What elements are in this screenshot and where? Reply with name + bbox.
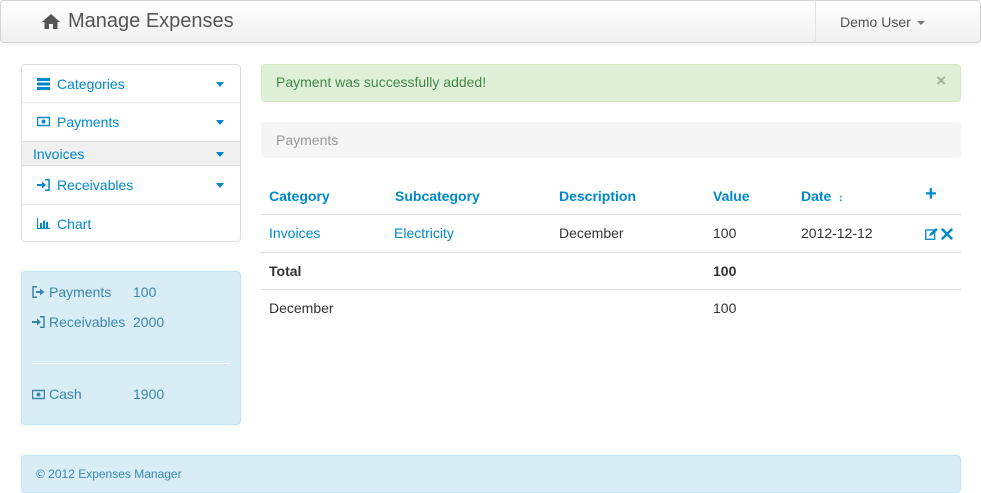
divider <box>261 289 961 290</box>
user-menu-dropdown[interactable]: Demo User <box>815 1 980 43</box>
sidebar-item-payments[interactable]: Payments <box>22 103 240 140</box>
footer-text: © 2012 Expenses Manager <box>36 467 182 481</box>
sidebar-item-label: Receivables <box>57 177 134 193</box>
summary-receivables-value: 2000 <box>133 314 165 330</box>
column-header-date[interactable]: Date ↕ <box>801 188 843 204</box>
sign-out-icon <box>32 285 46 299</box>
caret-down-icon <box>216 81 224 87</box>
sidebar-item-invoices[interactable]: Invoices <box>22 141 240 166</box>
column-header-description[interactable]: Description <box>559 188 636 204</box>
top-navbar: Manage Expenses Demo User <box>0 0 981 43</box>
sidebar-item-receivables[interactable]: Receivables <box>22 166 240 204</box>
add-payment-button[interactable]: + <box>925 183 937 206</box>
caret-down-icon <box>916 21 925 25</box>
caret-down-icon <box>216 151 224 157</box>
summary-payments: Payments <box>32 284 111 300</box>
sidebar-nav: Categories Payments Invoices Receivables… <box>21 64 241 242</box>
home-icon <box>41 13 61 30</box>
success-alert: Payment was successfully added! × <box>261 64 961 102</box>
column-header-value[interactable]: Value <box>713 188 750 204</box>
cell-date: 2012-12-12 <box>801 225 873 241</box>
cell-description: December <box>559 225 624 241</box>
bar-chart-icon <box>36 217 50 231</box>
total-value: 100 <box>713 263 737 279</box>
caret-down-icon <box>216 183 224 188</box>
month-value: 100 <box>713 300 737 316</box>
cell-subcategory[interactable]: Electricity <box>394 225 454 241</box>
divider <box>261 252 961 253</box>
column-header-category[interactable]: Category <box>269 188 330 204</box>
sidebar-item-categories[interactable]: Categories <box>22 65 240 102</box>
sidebar-item-label: Chart <box>57 215 92 232</box>
sidebar-item-label: Invoices <box>33 145 85 162</box>
user-name: Demo User <box>840 14 911 30</box>
edit-icon[interactable] <box>925 227 938 243</box>
divider <box>261 214 961 215</box>
sort-icon: ↕ <box>838 193 844 204</box>
section-title: Payments <box>261 122 961 158</box>
delete-icon[interactable] <box>941 227 953 243</box>
close-icon[interactable]: × <box>936 72 946 89</box>
sidebar-item-label: Payments <box>57 113 120 130</box>
summary-cash: Cash <box>32 386 82 402</box>
cell-category[interactable]: Invoices <box>269 225 320 241</box>
brand-link[interactable]: Manage Expenses <box>41 10 234 33</box>
cell-value: 100 <box>713 225 737 241</box>
summary-payments-value: 100 <box>133 284 157 300</box>
sign-in-icon <box>32 315 46 329</box>
total-label: Total <box>269 263 302 279</box>
money-icon <box>32 387 46 401</box>
summary-receivables-label: Receivables <box>49 314 126 330</box>
summary-cash-value: 1900 <box>133 386 165 402</box>
footer: © 2012 Expenses Manager <box>21 455 961 493</box>
sidebar-item-label: Categories <box>57 75 125 92</box>
money-icon <box>36 115 50 129</box>
summary-receivables: Receivables <box>32 314 125 330</box>
list-icon <box>36 77 50 91</box>
alert-message: Payment was successfully added! <box>276 74 487 90</box>
month-label: December <box>269 300 334 316</box>
sidebar-item-chart[interactable]: Chart <box>22 205 240 242</box>
column-header-subcategory[interactable]: Subcategory <box>395 188 480 204</box>
summary-payments-label: Payments <box>49 284 112 300</box>
sign-in-icon <box>36 178 50 192</box>
caret-down-icon <box>216 119 224 125</box>
divider <box>32 363 230 364</box>
column-header-date-label: Date <box>801 188 832 204</box>
brand-title: Manage Expenses <box>68 10 234 32</box>
balance-summary: Payments 100 Receivables 2000 Cash 1900 <box>21 271 241 425</box>
summary-cash-label: Cash <box>49 386 82 402</box>
